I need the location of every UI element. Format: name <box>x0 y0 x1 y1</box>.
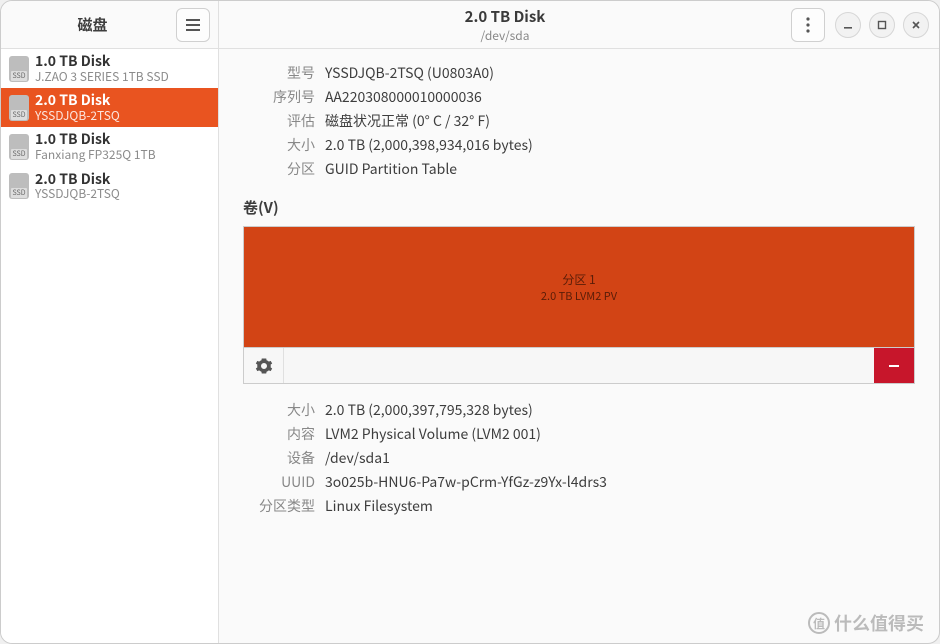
disk-list-item[interactable]: 2.0 TB Disk YSSDJQB-2TSQ <box>1 167 218 206</box>
hamburger-menu-button[interactable] <box>176 8 210 42</box>
watermark: 值 什么值得买 <box>808 610 924 636</box>
disk-list-item[interactable]: 1.0 TB Disk J.ZAO 3 SERIES 1TB SSD <box>1 49 218 88</box>
window-controls <box>835 12 939 38</box>
label-partitioning: 分区 <box>243 159 315 179</box>
window-title: 2.0 TB Disk <box>219 6 791 27</box>
partition-title: 分区 1 <box>562 271 595 288</box>
sidebar-title: 磁盘 <box>9 14 176 35</box>
label-vol-uuid: UUID <box>243 472 315 492</box>
volume-toolbar <box>243 348 915 384</box>
disk-item-sub: YSSDJQB-2TSQ <box>35 109 120 123</box>
label-vol-device: 设备 <box>243 448 315 468</box>
disk-options-button[interactable] <box>791 8 825 42</box>
disk-list-item[interactable]: 1.0 TB Disk Fanxiang FP325Q 1TB <box>1 127 218 166</box>
ssd-icon <box>9 56 29 82</box>
volume-partition[interactable]: 分区 1 2.0 TB LVM2 PV <box>243 226 915 348</box>
label-size: 大小 <box>243 135 315 155</box>
label-assessment: 评估 <box>243 111 315 131</box>
maximize-icon <box>877 20 887 30</box>
disk-list-sidebar: 1.0 TB Disk J.ZAO 3 SERIES 1TB SSD 2.0 T… <box>1 49 219 643</box>
app-window: 磁盘 2.0 TB Disk /dev/sda <box>0 0 940 644</box>
titlebar-left: 磁盘 <box>1 1 219 48</box>
value-vol-device: /dev/sda1 <box>325 448 915 468</box>
label-model: 型号 <box>243 63 315 83</box>
disk-item-sub: J.ZAO 3 SERIES 1TB SSD <box>35 70 169 84</box>
disk-item-title: 1.0 TB Disk <box>35 53 169 70</box>
ssd-icon <box>9 173 29 199</box>
label-vol-contents: 内容 <box>243 424 315 444</box>
value-partitioning: GUID Partition Table <box>325 159 915 179</box>
disk-item-title: 2.0 TB Disk <box>35 171 120 188</box>
label-vol-ptype: 分区类型 <box>243 496 315 516</box>
maximize-button[interactable] <box>869 12 895 38</box>
disk-info-table: 型号 YSSDJQB-2TSQ (U0803A0) 序列号 AA22030800… <box>243 63 915 179</box>
partition-sub: 2.0 TB LVM2 PV <box>541 288 617 304</box>
minimize-icon <box>843 20 853 30</box>
close-button[interactable] <box>903 12 929 38</box>
disk-item-title: 2.0 TB Disk <box>35 92 120 109</box>
disk-list-item[interactable]: 2.0 TB Disk YSSDJQB-2TSQ <box>1 88 218 127</box>
ssd-icon <box>9 134 29 160</box>
minimize-button[interactable] <box>835 12 861 38</box>
disk-item-sub: YSSDJQB-2TSQ <box>35 187 120 201</box>
label-serial: 序列号 <box>243 87 315 107</box>
main-panel: 型号 YSSDJQB-2TSQ (U0803A0) 序列号 AA22030800… <box>219 49 939 643</box>
value-size: 2.0 TB (2,000,398,934,016 bytes) <box>325 135 915 155</box>
window-subtitle: /dev/sda <box>219 27 791 44</box>
value-assessment: 磁盘状况正常 (0° C / 32° F) <box>325 111 915 131</box>
ssd-icon <box>9 95 29 121</box>
label-vol-size: 大小 <box>243 400 315 420</box>
value-serial: AA220308000010000036 <box>325 87 915 107</box>
value-vol-ptype: Linux Filesystem <box>325 496 915 516</box>
value-vol-contents: LVM2 Physical Volume (LVM2 001) <box>325 424 915 444</box>
watermark-badge-icon: 值 <box>808 612 830 634</box>
minus-icon <box>887 359 901 373</box>
value-vol-uuid: 3o025b-HNU6-Pa7w-pCrm-YfGz-z9Yx-l4drs3 <box>325 472 915 492</box>
disk-item-sub: Fanxiang FP325Q 1TB <box>35 148 156 162</box>
value-model: YSSDJQB-2TSQ (U0803A0) <box>325 63 915 83</box>
watermark-text: 什么值得买 <box>834 610 924 636</box>
delete-partition-button[interactable] <box>874 348 914 383</box>
gear-icon <box>255 357 273 375</box>
kebab-icon <box>806 17 810 33</box>
titlebar: 磁盘 2.0 TB Disk /dev/sda <box>1 1 939 49</box>
value-vol-size: 2.0 TB (2,000,397,795,328 bytes) <box>325 400 915 420</box>
body: 1.0 TB Disk J.ZAO 3 SERIES 1TB SSD 2.0 T… <box>1 49 939 643</box>
volumes-section-title: 卷(V) <box>243 197 915 218</box>
close-icon <box>911 20 921 30</box>
disk-item-title: 1.0 TB Disk <box>35 131 156 148</box>
volume-info-table: 大小 2.0 TB (2,000,397,795,328 bytes) 内容 L… <box>243 400 915 516</box>
hamburger-icon <box>185 18 201 32</box>
titlebar-center: 2.0 TB Disk /dev/sda <box>219 6 791 44</box>
volume-options-button[interactable] <box>244 348 284 383</box>
